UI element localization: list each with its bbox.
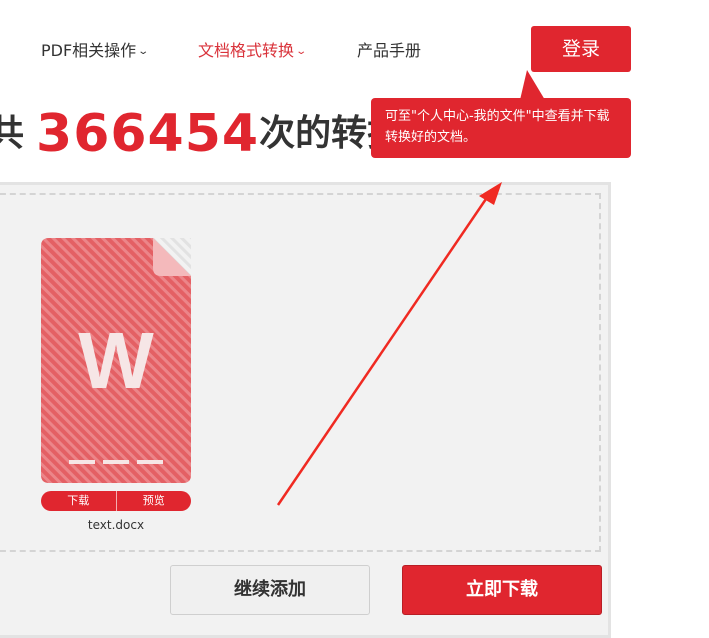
chevron-down-icon: ⌄: [137, 46, 150, 57]
chevron-down-icon: ⌄: [295, 46, 308, 57]
conversion-counter: 共 366454次的转换: [0, 104, 403, 164]
nav-product-manual[interactable]: 产品手册: [357, 40, 421, 62]
counter-prefix: 共: [0, 113, 25, 154]
tooltip-text: 可至"个人中心-我的文件"中查看并下载转换好的文档。: [385, 109, 610, 145]
file-type-letter: W: [78, 316, 154, 405]
file-name: text.docx: [87, 518, 145, 532]
continue-add-button[interactable]: 继续添加: [170, 565, 370, 615]
word-file-icon[interactable]: W: [41, 238, 191, 483]
file-download-button[interactable]: 下载: [41, 491, 116, 511]
file-preview-button[interactable]: 预览: [115, 491, 192, 511]
nav-format-convert[interactable]: 文档格式转换⌄: [198, 40, 308, 63]
nav-product-manual-label: 产品手册: [357, 41, 422, 60]
login-button[interactable]: 登录: [531, 26, 631, 72]
nav-format-convert-label: 文档格式转换: [198, 41, 295, 60]
download-hint-tooltip: 可至"个人中心-我的文件"中查看并下载转换好的文档。: [371, 98, 631, 158]
nav-pdf-operations[interactable]: PDF相关操作⌄: [41, 40, 150, 63]
download-now-button[interactable]: 立即下载: [402, 565, 602, 615]
page: PDF相关操作⌄ 文档格式转换⌄ 产品手册 登录 共366454次的转换 W: [0, 0, 709, 638]
nav-pdf-operations-label: PDF相关操作: [41, 41, 137, 60]
counter-value: 366454: [36, 104, 260, 164]
file-action-bar: 下载 预览: [41, 491, 191, 511]
